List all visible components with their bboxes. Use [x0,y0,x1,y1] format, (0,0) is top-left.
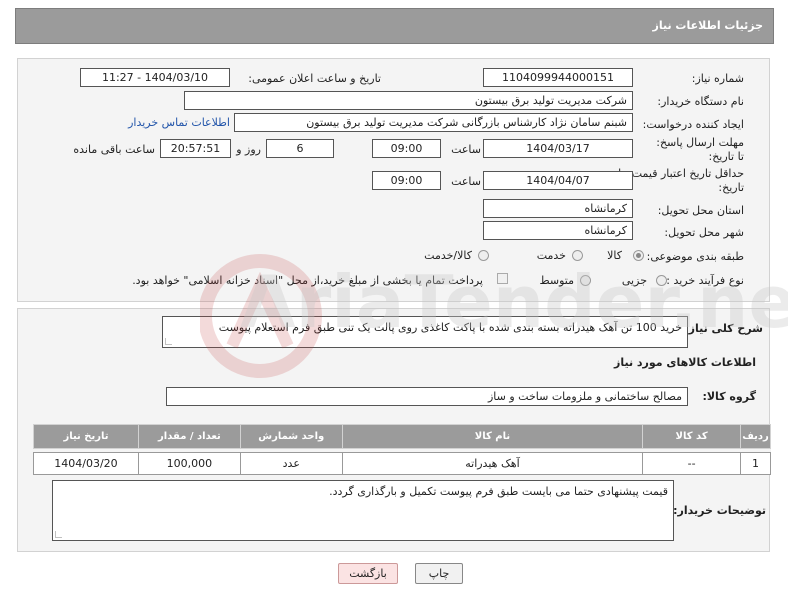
goods-table: ردیف کد کالا نام کالا واحد شمارش تعداد /… [33,424,771,475]
delivery-province-label: استان محل تحویل: [657,204,744,217]
treasury-payment-checkbox[interactable] [497,273,508,284]
col-code: کد کالا [642,424,742,449]
col-unit: واحد شمارش [239,424,343,449]
print-button[interactable]: چاپ [415,563,463,584]
announce-datetime-label: تاریخ و ساعت اعلان عمومی: [248,72,381,85]
treasury-payment-note: پرداخت تمام یا بخشی از مبلغ خرید،از محل … [132,274,483,287]
buyer-notes-label: توضیحات خریدار: [673,504,766,517]
cell-qty: 100,000 [137,452,241,475]
process-radio-minor[interactable] [656,275,667,286]
process-option-minor: جزیی [621,274,647,287]
need-number-label: شماره نیاز: [691,72,744,85]
col-qty: تعداد / مقدار [137,424,241,449]
cell-name: آهک هیدراته [341,452,644,475]
summary-textarea: خرید 100 تن آهک هیدراته بسته بندی شده با… [162,316,688,348]
delivery-city-label: شهر محل تحویل: [664,226,744,239]
delivery-city-field: کرمانشاه [483,221,633,240]
process-radio-medium[interactable] [580,275,591,286]
reply-deadline-label: مهلت ارسال پاسخ: تا تاریخ: [656,136,744,163]
category-option-service: خدمت [536,249,566,262]
days-label: روز و [236,143,261,156]
reply-deadline-time: 09:00 [372,139,441,158]
goods-group-field: مصالح ساختمانی و ملزومات ساخت و ساز [166,387,688,406]
buyer-org-field: شرکت مدیریت تولید برق بیستون [184,91,633,110]
summary-label: شرح کلی نیاز: [684,322,763,335]
price-validity-time-label: ساعت [451,175,481,188]
reply-time-label: ساعت [451,143,481,156]
table-row[interactable]: 1 -- آهک هیدراته عدد 100,000 1404/03/20 [33,452,771,475]
category-label: طبقه بندی موضوعی: [646,250,744,263]
category-radio-goods[interactable] [633,250,644,261]
buyer-org-label: نام دستگاه خریدار: [657,95,744,108]
summary-text: خرید 100 تن آهک هیدراته بسته بندی شده با… [218,321,682,334]
buyer-contact-link[interactable]: اطلاعات تماس خریدار [128,116,230,129]
goods-table-header: ردیف کد کالا نام کالا واحد شمارش تعداد /… [33,424,771,449]
resize-grip-icon[interactable] [165,338,172,345]
time-remaining-label: ساعت باقی مانده [73,143,155,156]
back-button[interactable]: بازگشت [338,563,398,584]
buyer-notes-text: قیمت پیشنهادی حتما می بایست طبق فرم پیوس… [329,485,668,498]
requester-label: ایجاد کننده درخواست: [642,118,744,131]
announce-datetime-field: 1404/03/10 - 11:27 [80,68,230,87]
col-row: ردیف [740,424,771,449]
cell-code: -- [642,452,742,475]
need-number-field: 1104099944000151 [483,68,633,87]
category-option-goods-service: کالا/خدمت [424,249,472,262]
reply-deadline-date: 1404/03/17 [483,139,633,158]
requester-field: شبنم سامان نژاد کارشناس بازرگانی شرکت مد… [234,113,633,132]
resize-grip-icon[interactable] [55,531,62,538]
cell-unit: عدد [239,452,343,475]
days-remaining-field: 6 [266,139,334,158]
price-validity-date: 1404/04/07 [483,171,633,190]
time-remaining-field: 20:57:51 [160,139,231,158]
delivery-province-field: کرمانشاه [483,199,633,218]
price-validity-label: حداقل تاریخ اعتبار قیمت: تا تاریخ: [618,167,744,194]
goods-group-label: گروه کالا: [702,390,756,403]
category-radio-service[interactable] [572,250,583,261]
price-validity-time: 09:00 [372,171,441,190]
purchase-process-label: نوع فرآیند خرید : [666,274,744,287]
cell-row: 1 [740,452,771,475]
category-option-goods: کالا [607,249,622,262]
cell-date: 1404/03/20 [33,452,139,475]
process-option-medium: متوسط [539,274,574,287]
goods-info-title: اطلاعات کالاهای مورد نیاز [614,356,756,369]
page-title: جزئیات اطلاعات نیاز [15,8,774,44]
category-radio-goods-service[interactable] [478,250,489,261]
buyer-notes-textarea: قیمت پیشنهادی حتما می بایست طبق فرم پیوس… [52,480,674,541]
col-name: نام کالا [341,424,644,449]
col-date: تاریخ نیاز [33,424,139,449]
